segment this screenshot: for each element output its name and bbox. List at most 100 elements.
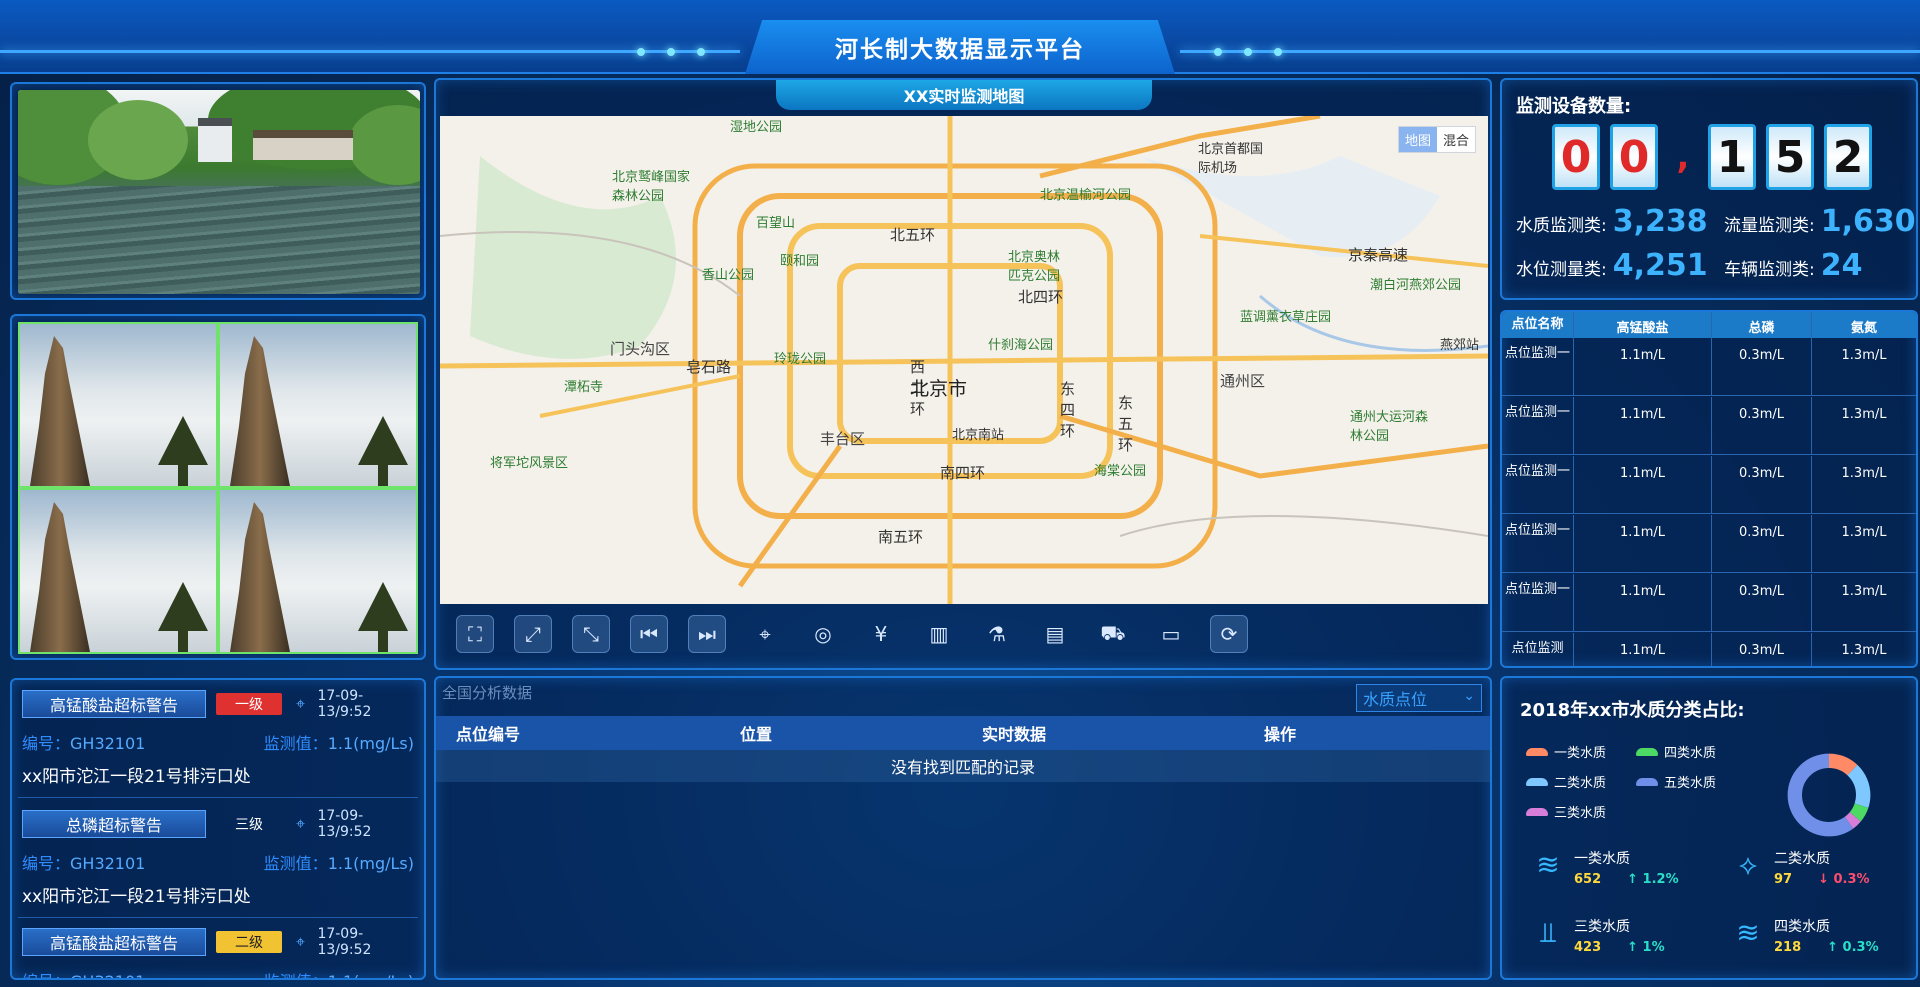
map-label: 东四环 (1060, 380, 1076, 440)
legend-item[interactable]: 一类水质 (1526, 742, 1606, 761)
next-icon[interactable]: ⏭ (688, 615, 726, 653)
quality-stat: ⫫ 三类水质 423 ↑ 1% (1528, 916, 1665, 956)
browser-icon[interactable]: ▭ (1152, 615, 1190, 653)
map-pin-icon[interactable]: ⌖ (746, 615, 784, 653)
building-icon[interactable]: ▥ (920, 615, 958, 653)
globe-icon[interactable]: ◎ (804, 615, 842, 653)
counter-digit: 5 (1766, 124, 1814, 190)
page-title: 河长制大数据显示平台 (745, 20, 1175, 74)
camera-view-1[interactable] (20, 324, 216, 486)
column-header[interactable]: 实时数据 (982, 721, 1046, 745)
data-table-panel: 全国分析数据 水质点位 ⌄ 点位编号 位置 实时数据 操作 没有找到匹配的记录 (434, 676, 1492, 980)
map-label: 湿地公园 (730, 120, 783, 135)
quality-stat-count: 652 (1574, 872, 1602, 887)
alert-value: 监测值：1.1(mg/Ls) (263, 734, 414, 753)
column-header: 高锰酸盐 (1574, 312, 1712, 338)
location-pin-icon: ⌖ (295, 932, 305, 951)
hybrid-mode-button[interactable]: 混合 (1437, 127, 1475, 152)
quality-stat-name: 一类水质 (1574, 851, 1630, 867)
prev-icon[interactable]: ⏮ (630, 615, 668, 653)
stat-vehicle: 车辆监测类: 24 (1724, 248, 1863, 283)
alert-time: 17-09-13/9:52 (317, 808, 372, 840)
column-header[interactable]: 位置 (740, 721, 772, 745)
camera-view-4[interactable] (220, 490, 416, 652)
flask-icon[interactable]: ⚗ (978, 615, 1016, 653)
table-row[interactable]: 点位监测一 1.1m/L 0.3m/L 1.3m/L (1502, 574, 1916, 632)
phosphorus-value: 0.3m/L (1712, 515, 1812, 572)
point-name: 点位监测一 (1502, 574, 1574, 631)
collapse-icon[interactable]: ⤡ (572, 615, 610, 653)
legend-item[interactable]: 四类水质 (1636, 742, 1716, 761)
table-caption: 全国分析数据 (442, 684, 533, 702)
header-glow-left (0, 50, 740, 53)
header-dots-left (637, 48, 705, 56)
ammonia-value: 1.3m/L (1841, 643, 1887, 658)
map-label: 北四环 (1018, 288, 1064, 306)
camera-view-3[interactable] (20, 490, 216, 652)
legend-item[interactable]: 二类水质 (1526, 772, 1606, 791)
point-name: 点位监测 (1502, 633, 1574, 666)
device-count-panel: 监测设备数量: 0 0 , 1 5 2 水质监测类: 3,238 流量监测类: 1,… (1500, 78, 1918, 300)
alert-item[interactable]: 总磷超标警告 三级 ⌖ 17-09-13/9:52 编号：GH32101 监测值… (12, 800, 424, 918)
legend-item[interactable]: 三类水质 (1526, 802, 1606, 821)
refresh-icon[interactable]: ⟳ (1210, 615, 1248, 653)
map-label: 北京市 (910, 378, 968, 400)
river-photo[interactable] (18, 90, 420, 294)
phosphorus-value: 0.3m/L (1712, 338, 1812, 395)
column-header: 氨氮 (1850, 321, 1877, 336)
map-canvas[interactable]: 地图 混合 湿地公园 北京鹫峰国家森林公园 百望山 北五环 颐和园 北京奥林匹克… (440, 116, 1488, 604)
table-row[interactable]: 点位监测 1.1m/L 0.3m/L 1.3m/L (1502, 633, 1916, 666)
column-header[interactable]: 点位编号 (456, 721, 520, 745)
points-table-header: 点位名称 高锰酸盐 总磷 氨氮 (1502, 312, 1916, 338)
expand-icon[interactable]: ⤢ (514, 615, 552, 653)
chevron-down-icon: ⌄ (1463, 688, 1475, 704)
legend-swatch (1636, 777, 1658, 786)
map-label: 北京南站 (952, 428, 1005, 443)
table-row[interactable]: 点位监测一 1.1m/L 0.3m/L 1.3m/L (1502, 338, 1916, 396)
alert-tag: 高锰酸盐超标警告 (22, 690, 207, 718)
map-label: 将军坨风景区 (490, 456, 569, 471)
map-label: 北京温榆河公园 (1040, 188, 1132, 203)
permanganate-value: 1.1m/L (1574, 338, 1712, 395)
permanganate-value: 1.1m/L (1574, 456, 1712, 513)
alert-code: 编号：GH32101 (22, 854, 146, 873)
legend-swatch (1526, 777, 1548, 786)
map-label: 百望山 (756, 216, 796, 231)
truck-icon[interactable]: ⛟ (1094, 615, 1132, 653)
map-label: 通州大运河森林公园 (1350, 410, 1429, 444)
point-name: 点位监测一 (1502, 397, 1574, 454)
river-photo-panel (10, 82, 426, 300)
camera-view-2[interactable] (220, 324, 416, 486)
alert-item[interactable]: 高锰酸盐超标警告 一级 ⌖ 17-09-13/9:52 编号：GH32101 监… (12, 680, 424, 798)
permanganate-value: 1.1m/L (1574, 574, 1712, 631)
column-header: 总磷 (1712, 312, 1812, 338)
quality-stat-count: 97 (1774, 872, 1793, 887)
column-header[interactable]: 操作 (1264, 721, 1296, 745)
point-type-select[interactable]: 水质点位 ⌄ (1356, 684, 1482, 712)
money-icon[interactable]: ¥ (862, 615, 900, 653)
stat-water-quality: 水质监测类: 3,238 (1516, 204, 1708, 239)
fullscreen-icon[interactable]: ⛶ (456, 615, 494, 653)
map-label: 北京奥林匹克公园 (1008, 250, 1061, 284)
location-pin-icon: ⌖ (295, 814, 305, 833)
point-name: 点位监测一 (1502, 338, 1574, 395)
alert-level-badge: 二级 (216, 931, 282, 953)
point-name: 点位监测一 (1502, 515, 1574, 572)
house-graphic (198, 118, 232, 162)
map-label: 南五环 (878, 528, 924, 546)
table-row[interactable]: 点位监测一 1.1m/L 0.3m/L 1.3m/L (1502, 456, 1916, 514)
table-row[interactable]: 点位监测一 1.1m/L 0.3m/L 1.3m/L (1502, 515, 1916, 573)
tower-icon[interactable]: ▤ (1036, 615, 1074, 653)
quality-stat-change: ↑ 0.3% (1827, 940, 1879, 955)
map-mode-button[interactable]: 地图 (1398, 127, 1437, 152)
layers-icon: ≋ (1536, 848, 1560, 881)
alert-item[interactable]: 高锰酸盐超标警告 二级 ⌖ 17-09-13/9:52 编号：GH32101 监… (12, 918, 424, 978)
quality-stat: ⟡ 二类水质 97 ↓ 0.3% (1728, 848, 1870, 888)
map-label: 潭柘寺 (564, 380, 604, 395)
legend-item[interactable]: 五类水质 (1636, 772, 1716, 791)
counter-digit: 2 (1824, 124, 1872, 190)
alert-time: 17-09-13/9:52 (317, 688, 372, 720)
stat-water-level: 水位测量类: 4,251 (1516, 248, 1708, 283)
table-row[interactable]: 点位监测一 1.1m/L 0.3m/L 1.3m/L (1502, 397, 1916, 455)
quality-stat-name: 四类水质 (1774, 919, 1830, 935)
